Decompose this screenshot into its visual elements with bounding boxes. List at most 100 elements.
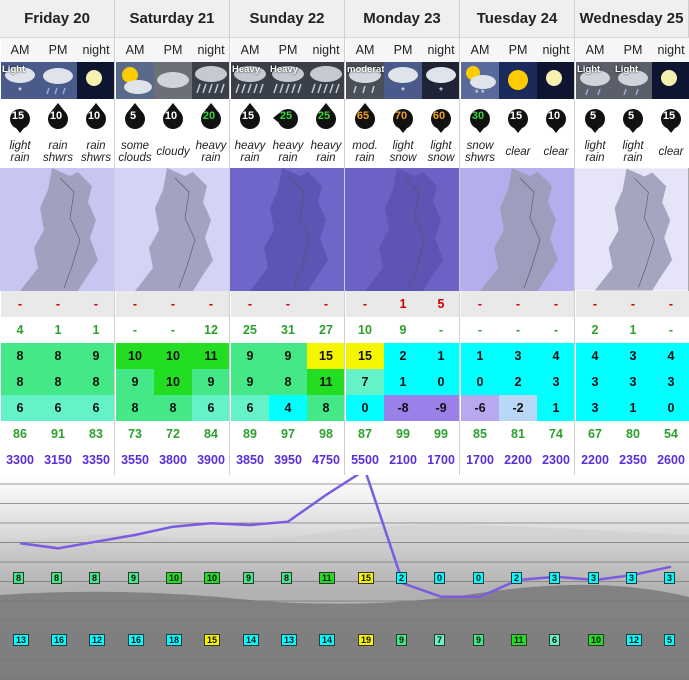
- icon-caption: Heavy: [232, 64, 260, 75]
- weather-description: light snow: [427, 140, 455, 164]
- wind-chill-row-cell: 1: [614, 395, 652, 421]
- temp-min-row-cell: 3: [652, 369, 689, 395]
- wind-chill-row-cell: 0: [346, 395, 384, 421]
- temp-min-row-cell: 8: [1, 369, 39, 395]
- chart-temp-label: 3: [588, 572, 600, 584]
- radar-map[interactable]: [345, 168, 460, 291]
- snow-row-cell: -: [499, 291, 537, 317]
- wind-speed-icon: 15: [499, 100, 537, 136]
- moon-icon: [537, 62, 575, 99]
- chart-lower-label: 13: [13, 634, 30, 646]
- temp-max-row-cell: 3: [614, 343, 652, 369]
- icon-caption: Light: [577, 64, 601, 75]
- freezing-level-row-cell: 3850: [231, 447, 269, 473]
- wind-speed-value: 10: [49, 110, 63, 122]
- day-header[interactable]: Monday 23: [345, 0, 460, 38]
- snow-row-cell: -: [1, 291, 39, 317]
- humidity-row-cell: 86: [1, 421, 39, 447]
- svg-text:*: *: [439, 86, 443, 97]
- rain-row-cell: -: [499, 317, 537, 343]
- humidity-row-cell: 81: [499, 421, 537, 447]
- wind-chill-row-cell: 0: [652, 395, 689, 421]
- chart-temp-label: 0: [473, 572, 485, 584]
- chart-lower-label: 5: [664, 634, 676, 646]
- heavy-rain-icon: [192, 62, 230, 99]
- wind-speed-icon: 15: [231, 100, 269, 136]
- weather-description: clear: [505, 146, 531, 158]
- day-divider: [344, 38, 345, 475]
- snow-row-cell: -: [154, 291, 192, 317]
- radar-map[interactable]: [575, 168, 689, 291]
- wind-speed-value: 15: [11, 110, 25, 122]
- rain-row-cell: 2: [576, 317, 614, 343]
- weather-description: clear: [543, 146, 569, 158]
- snow-row-cell: -: [307, 291, 345, 317]
- rain-row-cell: 27: [307, 317, 345, 343]
- radar-map[interactable]: [460, 168, 575, 291]
- freezing-level-row-cell: 3300: [1, 447, 39, 473]
- wind-speed-value: 5: [589, 110, 597, 122]
- wind-speed-icon: 30: [461, 100, 499, 136]
- light-rain-icon: Light: [576, 62, 614, 99]
- sun-icon: [499, 62, 537, 99]
- wind-chill-row-cell: -6: [461, 395, 499, 421]
- moon-icon: [77, 62, 115, 99]
- chart-lower-label: 18: [166, 634, 183, 646]
- day-header[interactable]: Sunday 22: [230, 0, 345, 38]
- icon-caption: Light: [615, 64, 639, 75]
- wind-speed-icon: 5: [576, 100, 614, 136]
- temp-max-row-cell: 3: [499, 343, 537, 369]
- snow-row-cell: -: [77, 291, 115, 317]
- wind-speed-icon: 10: [537, 100, 575, 136]
- humidity-row-cell: 85: [461, 421, 499, 447]
- wind-speed-icon: 65: [346, 100, 384, 136]
- wind-speed-value: 70: [394, 110, 408, 122]
- radar-map[interactable]: [0, 168, 115, 291]
- humidity-row-cell: 67: [576, 421, 614, 447]
- wind-chill-row-cell: 3: [576, 395, 614, 421]
- weather-description: light rain: [9, 140, 31, 164]
- chart-temp-label: 9: [128, 572, 140, 584]
- humidity-row-cell: 91: [39, 421, 77, 447]
- rain-row-cell: 1: [39, 317, 77, 343]
- wind-chill-row-cell: 8: [116, 395, 154, 421]
- snow-row-cell: 5: [422, 291, 460, 317]
- light-snow-icon: *: [384, 62, 422, 99]
- temp-min-row-cell: 9: [231, 369, 269, 395]
- wind-speed-value: 10: [87, 110, 101, 122]
- day-header[interactable]: Friday 20: [0, 0, 115, 38]
- freezing-level-row-cell: 2200: [499, 447, 537, 473]
- day-divider: [459, 38, 460, 475]
- freezing-level-row-cell: 3900: [192, 447, 230, 473]
- svg-text:*: *: [401, 86, 405, 97]
- temp-min-row-cell: 11: [307, 369, 345, 395]
- snow-row-cell: -: [537, 291, 575, 317]
- temp-min-row-cell: 0: [422, 369, 460, 395]
- radar-map[interactable]: [115, 168, 230, 291]
- wind-speed-icon: 10: [154, 100, 192, 136]
- time-of-day-label: AM: [116, 38, 154, 62]
- freezing-level-row-cell: 1700: [461, 447, 499, 473]
- radar-map[interactable]: [230, 168, 345, 291]
- chart-temp-label: 8: [281, 572, 293, 584]
- chart-temp-label: 10: [204, 572, 221, 584]
- day-header[interactable]: Saturday 21: [115, 0, 230, 38]
- snow-row-cell: -: [116, 291, 154, 317]
- rain-row-cell: 10: [346, 317, 384, 343]
- day-divider: [574, 38, 575, 475]
- light-snow-night-icon: *: [422, 62, 460, 99]
- freezing-level-row-cell: 3800: [154, 447, 192, 473]
- snow-row-cell: -: [614, 291, 652, 317]
- temp-max-row-cell: 4: [537, 343, 575, 369]
- chart-lower-label: 9: [396, 634, 408, 646]
- rain-row-cell: -: [154, 317, 192, 343]
- weather-description: heavy rain: [234, 140, 266, 164]
- svg-text:* *: * *: [475, 88, 485, 98]
- day-header[interactable]: Tuesday 24: [460, 0, 575, 38]
- weather-description: heavy rain: [272, 140, 304, 164]
- wind-chill-row-cell: 4: [269, 395, 307, 421]
- rain-row-cell: -: [537, 317, 575, 343]
- time-of-day-label: PM: [384, 38, 422, 62]
- rain-row-cell: 31: [269, 317, 307, 343]
- day-header[interactable]: Wednesday 25: [575, 0, 689, 38]
